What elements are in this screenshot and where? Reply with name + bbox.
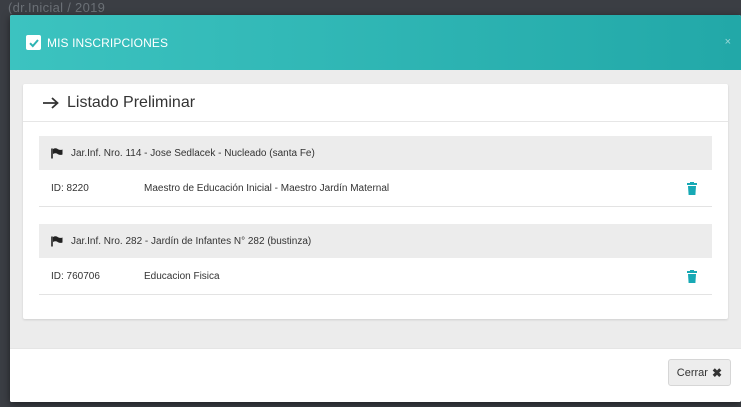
school-name: Jar.Inf. Nro. 282 - Jardín de Infantes N… (71, 235, 312, 247)
list-item: ID: 8220 Maestro de Educación Inicial - … (39, 170, 712, 207)
flag-icon (51, 147, 63, 158)
card-header: Listado Preliminar (23, 84, 728, 122)
modal-title: MIS INSCRIPCIONES (47, 35, 169, 50)
list-item: ID: 760706 Educacion Fisica (39, 258, 712, 295)
trash-icon[interactable] (687, 270, 697, 283)
inscription-id: ID: 760706 (51, 270, 100, 282)
check-icon (26, 35, 41, 50)
school-name: Jar.Inf. Nro. 114 - Jose Sedlacek - Nucl… (71, 147, 315, 159)
arrow-right-icon (43, 96, 59, 109)
close-button[interactable]: Cerrar ✖ (667, 359, 731, 386)
flag-icon (51, 235, 63, 246)
school-group-header: Jar.Inf. Nro. 114 - Jose Sedlacek - Nucl… (39, 136, 712, 170)
close-icon: ✖ (711, 365, 722, 380)
inscription-id: ID: 8220 (51, 182, 89, 194)
close-icon[interactable]: × (725, 36, 731, 48)
inscriptions-modal: MIS INSCRIPCIONES × Listado Preliminar J… (10, 15, 741, 402)
card-title: Listado Preliminar (67, 93, 196, 111)
modal-footer: Cerrar ✖ (10, 348, 741, 402)
inscription-description: Maestro de Educación Inicial - Maestro J… (144, 182, 390, 194)
modal-header: MIS INSCRIPCIONES × (10, 15, 741, 70)
preliminary-list-card: Listado Preliminar Jar.Inf. Nro. 114 - J… (23, 84, 728, 319)
backdrop-page-text: (dr.Inicial / 2019 (8, 0, 106, 14)
modal-body: Listado Preliminar Jar.Inf. Nro. 114 - J… (10, 70, 741, 348)
inscription-description: Educacion Fisica (144, 270, 220, 282)
trash-icon[interactable] (687, 182, 697, 195)
school-group-header: Jar.Inf. Nro. 282 - Jardín de Infantes N… (39, 224, 712, 258)
close-button-label: Cerrar (676, 366, 708, 379)
